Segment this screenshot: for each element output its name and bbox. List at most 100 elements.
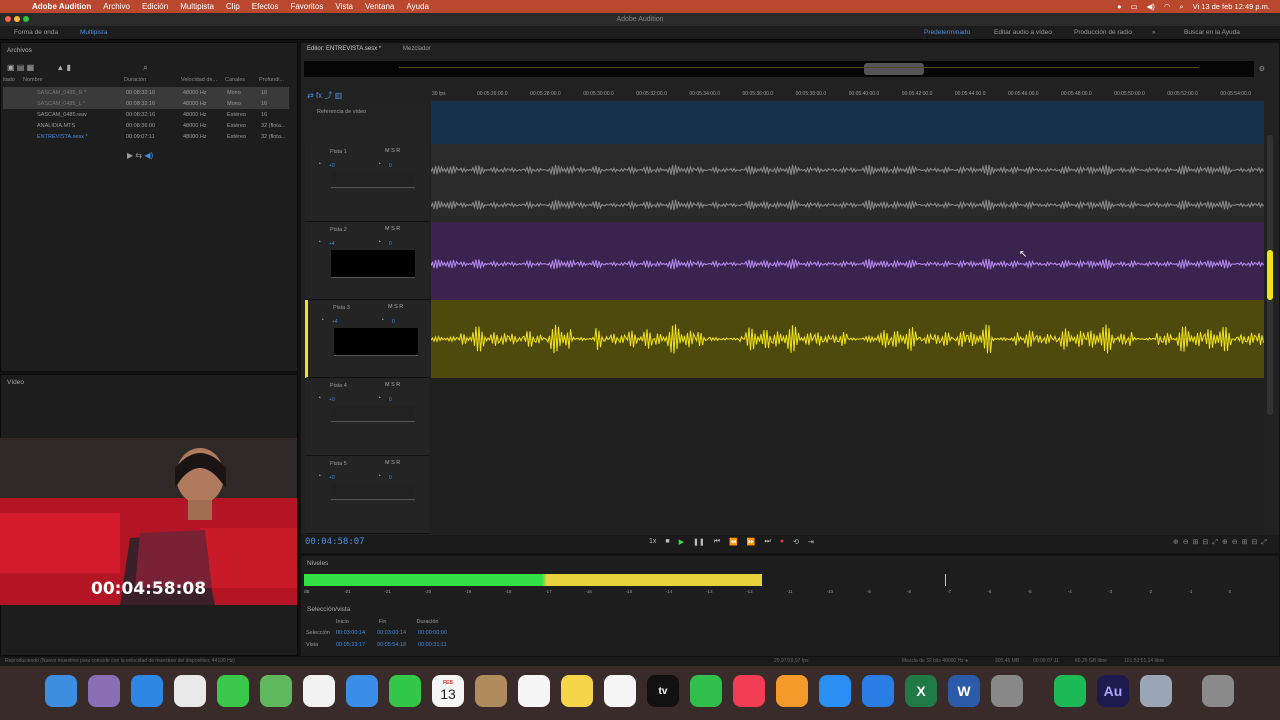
- speed-label[interactable]: 1x: [649, 538, 656, 546]
- delete-icon[interactable]: ▮: [67, 63, 71, 72]
- messages-icon[interactable]: [217, 675, 249, 707]
- volume-icon[interactable]: ◀): [1147, 2, 1155, 11]
- col-canales[interactable]: Canales: [225, 77, 259, 83]
- overview-bar[interactable]: [304, 61, 1254, 77]
- pause-icon[interactable]: ❚❚: [693, 538, 705, 546]
- quicktime-icon[interactable]: [1140, 675, 1172, 707]
- track-name[interactable]: Pista 1: [330, 149, 347, 155]
- track-pan[interactable]: 0: [389, 397, 392, 403]
- table-row[interactable]: ENTREVISTA.sesx * 00:09:07:11 48000 Hz Esté…: [3, 131, 289, 142]
- pan-knob-icon[interactable]: ◔: [377, 395, 381, 402]
- record-icon[interactable]: ●: [780, 538, 784, 546]
- photos-icon[interactable]: [303, 675, 335, 707]
- open-folder-icon[interactable]: ▣: [7, 63, 15, 72]
- spotify-icon[interactable]: [1054, 675, 1086, 707]
- import-icon[interactable]: ▤: [17, 63, 25, 72]
- fast-forward-icon[interactable]: ⏩: [747, 538, 756, 546]
- go-end-icon[interactable]: ⏭: [765, 538, 771, 546]
- audition-icon[interactable]: Au: [1097, 675, 1129, 707]
- msr-buttons[interactable]: M S R: [385, 460, 400, 466]
- volume-knob-icon[interactable]: ◔: [320, 317, 324, 324]
- appletv-icon[interactable]: tv: [647, 675, 679, 707]
- reminders-icon[interactable]: [518, 675, 550, 707]
- help-search-field[interactable]: Buscar en la Ayuda: [1184, 29, 1240, 36]
- time-ruler[interactable]: 00:05:26:00.0 00:05:28:00.0 00:05:30:00.0 0…: [431, 91, 1264, 101]
- waveform[interactable]: [430, 144, 1264, 222]
- menu-multipista[interactable]: Multipista: [180, 2, 214, 11]
- minimize-window-button[interactable]: [14, 16, 20, 22]
- col-velocidad[interactable]: Velocidad de...: [181, 77, 225, 83]
- launchpad-icon[interactable]: [88, 675, 120, 707]
- stop-icon[interactable]: ■: [665, 538, 669, 546]
- editor-tab[interactable]: Editor: ENTREVISTA.sesx *: [307, 46, 381, 52]
- loop-icon[interactable]: ⇄: [307, 91, 314, 100]
- waveform[interactable]: [430, 300, 1264, 378]
- send-icon[interactable]: ⤴: [324, 91, 332, 100]
- workspace-radio[interactable]: Producción de radio: [1074, 29, 1132, 36]
- track-lane[interactable]: [430, 144, 1264, 222]
- msr-buttons[interactable]: M S R: [388, 304, 403, 310]
- menu-ayuda[interactable]: Ayuda: [406, 2, 429, 11]
- calendar-icon[interactable]: FEB 13: [432, 675, 464, 707]
- table-row[interactable]: SASCAM_0485.wav 00:08:32:16 48000 Hz Estére…: [3, 109, 289, 120]
- menu-archivo[interactable]: Archivo: [103, 2, 130, 11]
- facetime-icon[interactable]: [389, 675, 421, 707]
- track-name[interactable]: Pista 3: [333, 305, 350, 311]
- workspace-video[interactable]: Editar audio a vídeo: [994, 29, 1052, 36]
- selection-start[interactable]: 00:03:00:14: [336, 630, 377, 636]
- mixer-tab[interactable]: Mezclador: [403, 46, 431, 52]
- appstore-icon[interactable]: [819, 675, 851, 707]
- pan-knob-icon[interactable]: ◔: [380, 317, 384, 324]
- maps-icon[interactable]: [260, 675, 292, 707]
- track-lane[interactable]: [430, 222, 1264, 300]
- col-profundidad[interactable]: Profundi...: [259, 77, 289, 83]
- volume-knob-icon[interactable]: ◔: [317, 395, 321, 402]
- waveform-view-button[interactable]: Forma de onda: [14, 29, 58, 36]
- volume-knob-icon[interactable]: ◔: [317, 161, 321, 168]
- track-volume[interactable]: +0: [329, 397, 335, 403]
- track-volume[interactable]: +4: [329, 241, 335, 247]
- numbers-icon[interactable]: [690, 675, 722, 707]
- view-end[interactable]: 00:05:54:18: [377, 642, 418, 648]
- menu-app-name[interactable]: Adobe Audition: [32, 2, 91, 11]
- insert-icon[interactable]: ▲: [56, 63, 64, 72]
- workspace-default[interactable]: Predeterminado: [924, 29, 970, 36]
- table-row[interactable]: SASCAM_0485_L * 00:08:32:16 48000 Hz Mono 16: [3, 98, 289, 109]
- pan-knob-icon[interactable]: ◔: [377, 239, 381, 246]
- msr-buttons[interactable]: M S R: [385, 382, 400, 388]
- track-input-display[interactable]: [334, 328, 418, 356]
- track-volume[interactable]: +0: [329, 163, 335, 169]
- music-icon[interactable]: [733, 675, 765, 707]
- pan-knob-icon[interactable]: ◔: [377, 473, 381, 480]
- multitrack-view-button[interactable]: Multipista: [80, 29, 107, 36]
- track-lane[interactable]: [431, 456, 1264, 534]
- menu-edicion[interactable]: Edición: [142, 2, 168, 11]
- track-lane[interactable]: [430, 300, 1264, 378]
- notes-icon[interactable]: [561, 675, 593, 707]
- screen-mirror-icon[interactable]: ▭: [1130, 2, 1137, 11]
- contacts-icon[interactable]: [475, 675, 507, 707]
- menu-clip[interactable]: Clip: [226, 2, 240, 11]
- fx-icon[interactable]: fx: [316, 91, 322, 100]
- track-input-display[interactable]: [331, 172, 415, 188]
- pages-icon[interactable]: [776, 675, 808, 707]
- meter-icon[interactable]: ▥: [335, 91, 343, 100]
- col-duracion[interactable]: Duración: [124, 77, 181, 83]
- volume-knob-icon[interactable]: ◔: [317, 473, 321, 480]
- zoom-settings-icon[interactable]: ⚙: [1259, 65, 1265, 73]
- col-nombre[interactable]: Nombre: [23, 77, 124, 83]
- track-input-display[interactable]: [331, 484, 415, 500]
- track-pan[interactable]: 0: [389, 163, 392, 169]
- menu-ventana[interactable]: Ventana: [365, 2, 394, 11]
- close-window-button[interactable]: [5, 16, 11, 22]
- table-row[interactable]: ANALIDIA.MTS 00:08:36:00 48000 Hz Estéreo 32…: [3, 120, 289, 131]
- menu-efectos[interactable]: Efectos: [252, 2, 279, 11]
- vertical-scrollbar[interactable]: [1267, 135, 1273, 415]
- finder-icon[interactable]: [45, 675, 77, 707]
- zoom-controls[interactable]: ⊕⊖⊞⊟⤢⊕⊖⊞⊟⤢: [1173, 538, 1271, 547]
- track-pan[interactable]: 0: [389, 475, 392, 481]
- current-time[interactable]: 00:04:58:07: [305, 537, 365, 547]
- volume-knob-icon[interactable]: ◔: [317, 239, 321, 246]
- view-start[interactable]: 00:05:23:17: [336, 642, 377, 648]
- track-input-display[interactable]: [331, 250, 415, 278]
